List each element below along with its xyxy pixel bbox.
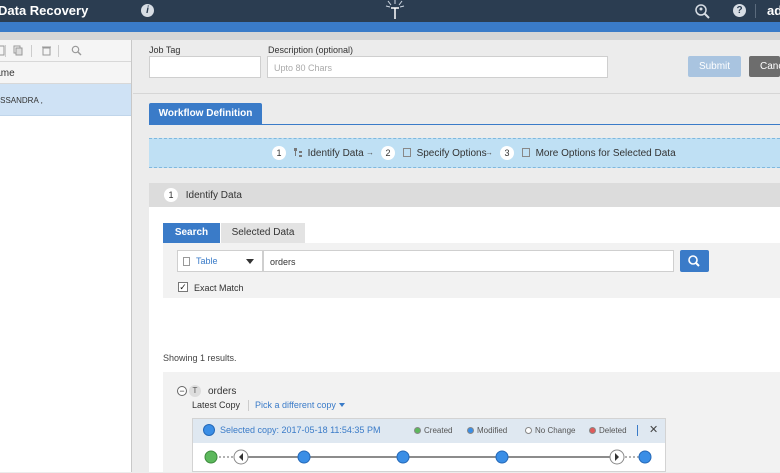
timeline-point-created[interactable] — [204, 450, 218, 464]
selected-copy-label: Selected copy: 2017-05-18 11:54:35 PM — [203, 424, 380, 436]
modified-dot-icon — [203, 424, 215, 436]
tab-selected-data[interactable]: Selected Data — [221, 223, 305, 243]
step-arrow: → — [485, 148, 493, 157]
identify-data-panel: Search Selected Data Table orders ✓ Exac… — [149, 207, 780, 472]
copy-selector: Selected copy: 2017-05-18 11:54:35 PM Cr… — [192, 418, 666, 472]
legend-modified: Modified — [467, 426, 507, 435]
trash-icon[interactable] — [41, 45, 52, 56]
legend-created: Created — [414, 426, 452, 435]
logo-icon — [385, 0, 405, 19]
toolbar-divider — [58, 45, 59, 57]
left-toolbar — [0, 40, 131, 62]
list-item[interactable]: CASSANDRA , — [0, 84, 131, 116]
search-icon — [688, 255, 700, 267]
result-name: orders — [208, 386, 237, 397]
table-type-icon: T — [189, 385, 201, 397]
step-specify-options[interactable]: 2 Specify Options — [381, 146, 487, 160]
submit-button[interactable]: Submit — [688, 56, 741, 77]
copy-timeline — [204, 449, 652, 465]
copy-icon[interactable] — [13, 45, 24, 56]
workflow-steps: 1 Identify Data → 2 Specify Options → 3 … — [149, 138, 780, 168]
search-button[interactable] — [680, 250, 709, 272]
step-more-options[interactable]: 3 More Options for Selected Data — [500, 146, 676, 160]
timeline-point-modified[interactable] — [297, 450, 311, 464]
accent-bar — [0, 22, 780, 32]
exact-match-checkbox[interactable]: ✓ — [178, 282, 188, 292]
cancel-button[interactable]: Cancel — [749, 56, 780, 77]
timeline-point-modified[interactable] — [396, 450, 410, 464]
created-dot-icon — [414, 427, 421, 434]
divider — [248, 400, 249, 411]
header-divider — [755, 4, 756, 18]
chevron-down-icon — [246, 259, 254, 264]
left-panel: Name CASSANDRA , — [0, 40, 132, 472]
name-column-header[interactable]: Name — [0, 62, 131, 84]
timeline-prev-button[interactable] — [233, 449, 249, 465]
job-tag-label: Job Tag — [149, 45, 181, 55]
job-tag-input[interactable] — [149, 56, 261, 78]
identify-data-header: 1 Identify Data — [149, 183, 780, 207]
exact-match-label: Exact Match — [194, 283, 244, 293]
table-icon — [183, 257, 190, 266]
search-people-icon[interactable] — [694, 3, 710, 19]
latest-copy-label: Latest Copy — [192, 400, 241, 410]
divider — [637, 425, 638, 436]
copy-selector-header: Selected copy: 2017-05-18 11:54:35 PM Cr… — [193, 419, 665, 443]
divider — [133, 93, 780, 94]
step-doc-icon — [521, 148, 530, 157]
modified-dot-icon — [467, 427, 474, 434]
subheader-bar — [0, 32, 780, 40]
legend-no-change: No Change — [525, 426, 575, 435]
step-tree-icon — [293, 148, 302, 157]
step-identify-data[interactable]: 1 Identify Data — [272, 146, 364, 160]
app-header: Data Recovery i ? ad — [0, 0, 780, 22]
app-title: Data Recovery — [0, 3, 89, 18]
step-arrow: → — [366, 148, 374, 157]
results-count: Showing 1 results. — [163, 353, 237, 363]
tab-underline — [149, 124, 780, 125]
main-content: Job Tag Description (optional) Upto 80 C… — [133, 40, 780, 472]
timeline-next-button[interactable] — [609, 449, 625, 465]
info-icon[interactable]: i — [141, 4, 154, 17]
object-type-select[interactable]: Table — [177, 250, 263, 272]
timeline-point-modified[interactable] — [495, 450, 509, 464]
user-menu[interactable]: ad — [767, 3, 780, 18]
result-item: − T orders Latest Copy Pick a different … — [163, 372, 780, 472]
search-box: Table orders ✓ Exact Match — [163, 243, 780, 298]
search-icon[interactable] — [71, 45, 82, 56]
pick-different-copy-link[interactable]: Pick a different copy — [255, 400, 345, 410]
deleted-dot-icon — [589, 427, 596, 434]
collapse-icon[interactable]: − — [177, 386, 187, 396]
step-doc-icon — [402, 148, 411, 157]
tab-search[interactable]: Search — [163, 223, 220, 243]
description-input[interactable]: Upto 80 Chars — [267, 56, 608, 78]
description-label: Description (optional) — [268, 45, 354, 55]
toolbar-divider — [31, 45, 32, 57]
chevron-down-icon — [338, 403, 345, 407]
timeline-point-selected[interactable] — [638, 450, 652, 464]
search-input[interactable]: orders — [263, 250, 674, 272]
no-change-dot-icon — [525, 427, 532, 434]
legend-deleted: Deleted — [589, 426, 627, 435]
close-icon[interactable]: ✕ — [649, 423, 658, 436]
help-icon[interactable]: ? — [733, 4, 746, 17]
tab-workflow-definition[interactable]: Workflow Definition — [149, 103, 262, 124]
toolbar-divider — [5, 45, 6, 57]
